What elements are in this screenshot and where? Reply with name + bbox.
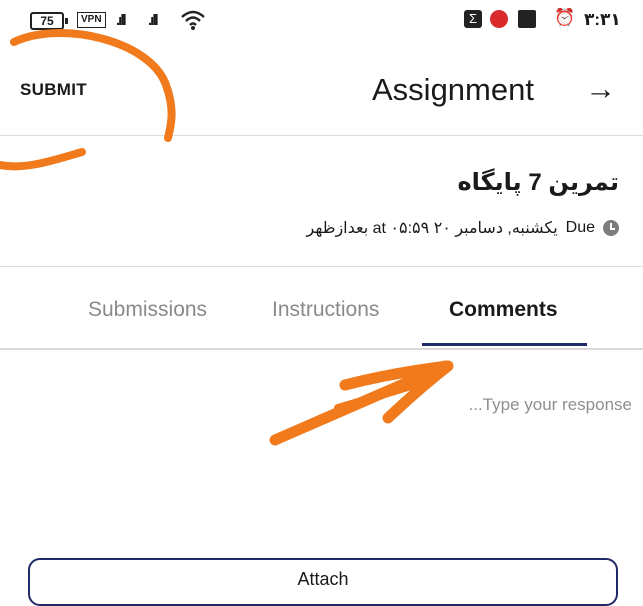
response-input[interactable] <box>420 390 634 420</box>
wifi-icon <box>180 9 206 36</box>
signal-icon: .ıll <box>116 12 127 29</box>
battery-icon: 75 <box>30 12 68 30</box>
status-time: ۳:۳۱ <box>584 10 621 29</box>
submit-button[interactable]: SUBMIT <box>20 80 87 100</box>
due-date-row: یکشنبه, دسامبر ۲۰ at ۰۵:۵۹ بعدازظهر Due <box>306 218 619 238</box>
signal-icon: .ıll <box>148 12 159 29</box>
app-notification-icon <box>490 10 508 28</box>
sigma-icon: Σ <box>464 10 482 28</box>
puzzle-icon <box>518 10 536 28</box>
tabs-divider <box>0 348 643 350</box>
forward-arrow-icon[interactable]: → <box>585 71 616 107</box>
due-label: Due <box>565 219 595 236</box>
due-date-text: یکشنبه, دسامبر ۲۰ at ۰۵:۵۹ بعدازظهر <box>306 220 558 237</box>
clock-icon <box>603 220 619 236</box>
vpn-badge: VPN <box>77 12 106 28</box>
status-bar: 75 VPN .ıll .ıll Σ ⏰ ۳:۳۱ <box>0 0 643 34</box>
attach-button[interactable]: Attach <box>28 558 618 606</box>
tab-submissions[interactable]: Submissions <box>88 298 207 322</box>
alarm-icon: ⏰ <box>554 8 576 27</box>
section-divider <box>0 266 643 267</box>
assignment-title: تمرین 7 پایگاه <box>457 169 619 196</box>
header-divider <box>0 135 643 136</box>
tab-instructions[interactable]: Instructions <box>272 298 379 322</box>
tab-comments[interactable]: Comments <box>449 298 558 322</box>
active-tab-indicator <box>422 343 587 346</box>
page-title: Assignment <box>372 72 534 107</box>
